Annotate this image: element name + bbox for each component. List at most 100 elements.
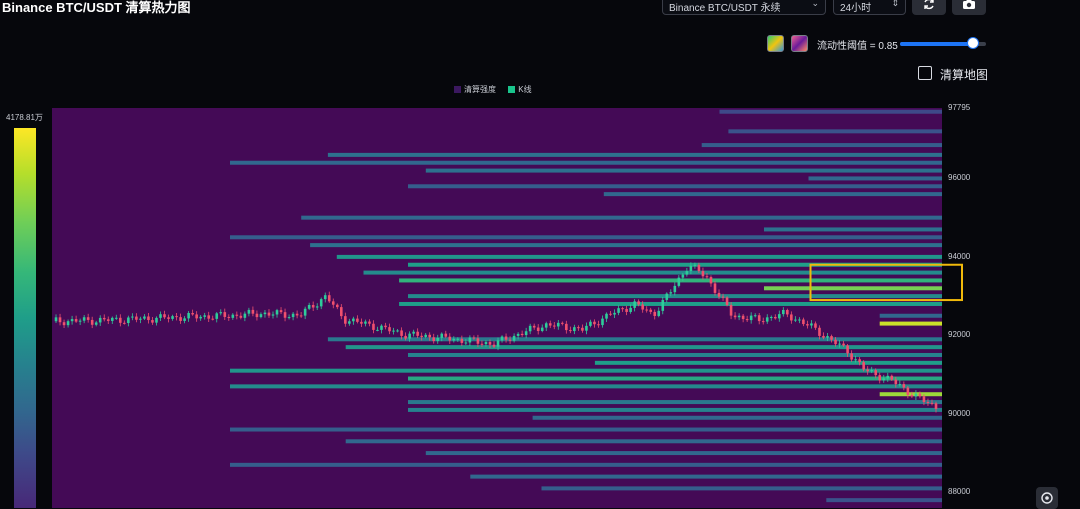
candle-body [66,321,70,326]
candle-body [922,396,926,403]
candle-body [468,337,472,343]
liquidation-band [399,301,943,306]
candle-body [86,317,90,320]
liquidity-slider-thumb[interactable] [967,37,980,49]
candle-body [806,324,809,326]
candle-body [299,315,303,317]
candle-body [757,315,761,322]
candle-body [713,283,717,293]
candle-body [673,285,677,293]
candle-body [737,315,741,318]
candle-body [830,336,833,340]
candle-body [452,338,456,341]
liquidation-band [826,498,942,503]
candle-body [303,308,307,316]
candle-body [573,327,576,332]
candle-body [267,312,271,316]
candle-body [58,317,62,323]
liquidation-band [327,337,942,342]
candle-body [70,319,74,322]
candle-body [894,379,898,385]
liquidation-band [470,474,942,479]
legend-item-intensity[interactable]: 清算强度 [454,85,498,94]
candle-body [697,264,701,272]
candle-body [677,277,681,286]
candle-body [685,271,689,275]
candle-body [263,312,267,315]
liquidation-band [594,360,942,365]
color-scale-bar [14,128,36,508]
candle-body [259,314,263,318]
candle-body [536,327,540,331]
candle-body [802,319,805,325]
candle-body [508,339,512,341]
legend-item-kline[interactable]: K线 [508,85,532,94]
screenshot-button[interactable] [952,0,986,15]
candle-body [340,307,343,317]
candle-body [532,325,536,328]
legend-intensity-swatch [454,86,461,93]
candle-body [753,315,757,317]
candle-body [195,314,198,319]
candle-body [163,314,166,318]
liquidation-band [879,321,942,326]
liquidity-slider[interactable] [900,37,986,49]
candle-body [331,301,335,305]
candle-body [814,323,817,328]
price-tick-label: 92000 [948,330,971,340]
candle-body [681,274,685,278]
candle-body [283,312,287,318]
liquidation-heatmap[interactable] [52,108,963,508]
candle-body [460,338,464,343]
liquidation-band [230,235,942,240]
candle-body [183,318,186,321]
chart-settings-button[interactable] [1036,487,1058,509]
candle-body [729,305,733,316]
candle-body [548,323,552,326]
range-select[interactable]: 24小时 ⇕ [833,0,906,15]
candle-body [528,325,532,332]
candle-body [934,403,938,409]
candle-body [524,331,528,336]
candle-body [420,335,423,337]
liquidation-band [399,278,943,283]
candle-body [906,387,910,395]
candle-body [589,321,592,326]
candle-body [335,304,339,308]
candle-body [500,336,504,341]
candle-body [721,296,725,298]
refresh-button[interactable] [912,0,946,15]
candle-body [717,292,721,297]
camera-icon [963,0,975,9]
candle-body [625,308,628,312]
liquidation-map-checkbox[interactable] [918,66,932,80]
pair-select[interactable]: Binance BTC/USDT 永续 ⌄ [662,0,826,15]
candle-body [790,314,793,321]
candle-body [846,345,849,354]
candle-body [585,325,588,331]
candle-body [428,334,432,338]
liquidation-band [408,376,942,381]
candle-body [882,378,886,381]
candle-body [215,313,219,319]
price-tick-label: 88000 [948,487,971,497]
candle-body [271,314,275,316]
liquidation-band [363,270,942,275]
candle-body [223,312,227,317]
candle-body [761,321,765,323]
candle-body [902,384,906,388]
viridis-theme-swatch[interactable] [767,35,784,52]
chevron-down-icon: ⌄ [811,0,819,8]
candle-body [408,333,411,339]
candle-body [910,394,914,397]
candle-body [251,309,255,314]
legend-intensity-label: 清算强度 [464,85,496,94]
candle-body [436,337,440,342]
candle-body [98,317,102,323]
candle-body [372,323,375,330]
candle-body [565,323,568,331]
candle-body [810,323,813,326]
magma-theme-swatch[interactable] [791,35,808,52]
candle-body [866,369,869,372]
colorbar-max-label: 4178.81万 [6,113,43,122]
